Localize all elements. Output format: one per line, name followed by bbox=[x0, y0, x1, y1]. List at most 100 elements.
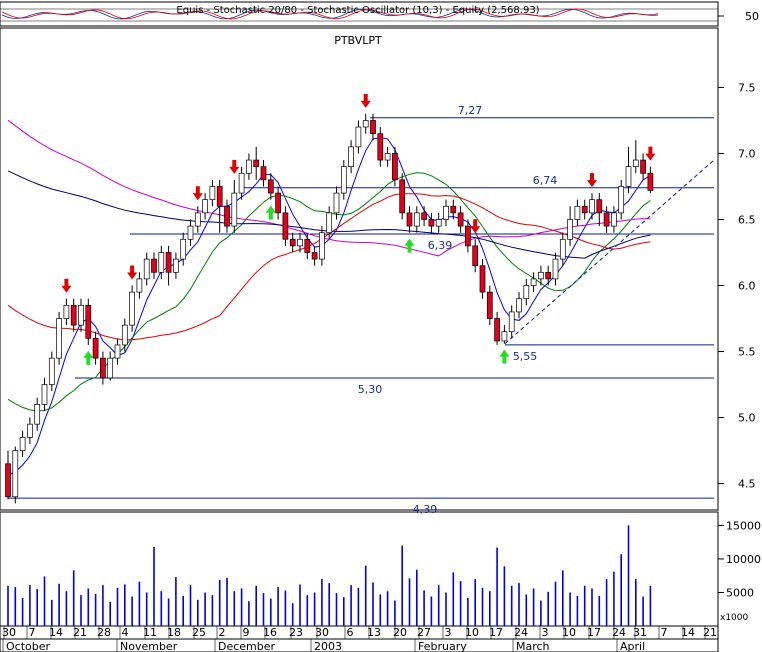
oscillator-axis: 50 bbox=[718, 10, 759, 23]
candle-down bbox=[377, 133, 384, 161]
candle-down bbox=[647, 172, 654, 191]
price-tick-label: 7.5 bbox=[738, 81, 756, 94]
candle-down bbox=[640, 159, 646, 174]
day-label: 2 bbox=[219, 626, 226, 639]
candle-up bbox=[107, 357, 114, 379]
candle-up bbox=[625, 166, 632, 187]
day-label: 17 bbox=[587, 626, 601, 639]
candle-down bbox=[450, 205, 457, 214]
candle-down bbox=[421, 212, 427, 220]
candle-down bbox=[465, 225, 471, 247]
candle-down bbox=[370, 120, 376, 134]
month-label: February bbox=[418, 640, 467, 652]
candle-up bbox=[632, 159, 639, 168]
day-label: 23 bbox=[289, 626, 303, 639]
level-label: 7,27 bbox=[458, 104, 483, 117]
candle-up bbox=[355, 126, 362, 148]
candle-up bbox=[384, 153, 391, 161]
candle-up bbox=[143, 258, 150, 280]
price-tick-label: 7.0 bbox=[738, 147, 756, 160]
candle-up bbox=[618, 186, 625, 214]
candle-up bbox=[121, 324, 128, 346]
candle-up bbox=[501, 331, 508, 342]
candle-up bbox=[413, 212, 420, 227]
day-label: 21 bbox=[703, 626, 717, 639]
month-label: March bbox=[516, 640, 550, 652]
day-label: 7 bbox=[661, 626, 668, 639]
candle-up bbox=[231, 192, 238, 227]
candle-up bbox=[246, 159, 252, 174]
candle-up bbox=[326, 212, 333, 234]
candle-down bbox=[304, 238, 311, 253]
candle-up bbox=[202, 199, 208, 214]
day-label: 16 bbox=[263, 626, 277, 639]
month-label: 2003 bbox=[314, 640, 342, 652]
day-label: 10 bbox=[562, 626, 576, 639]
candle-up bbox=[158, 252, 165, 273]
volume-unit-label: x1000 bbox=[720, 613, 749, 623]
candle-down bbox=[85, 304, 92, 339]
day-label: 11 bbox=[143, 626, 157, 639]
candle-down bbox=[151, 258, 157, 273]
candle-up bbox=[340, 166, 347, 194]
candle-down bbox=[282, 212, 289, 240]
candle-down bbox=[428, 219, 435, 227]
level-label: 4,39 bbox=[413, 503, 438, 516]
candle-up bbox=[552, 258, 559, 280]
candle-up bbox=[530, 278, 537, 286]
level-label: 6,74 bbox=[533, 174, 558, 187]
candle-down bbox=[92, 337, 99, 359]
candle-up bbox=[34, 404, 41, 425]
day-label: 17 bbox=[489, 626, 503, 639]
price-panel bbox=[0, 27, 719, 511]
candle-down bbox=[100, 357, 106, 379]
level-label: 5,55 bbox=[513, 350, 538, 363]
candle-up bbox=[574, 205, 581, 220]
candle-up bbox=[56, 318, 62, 359]
candle-up bbox=[41, 384, 48, 405]
candle-down bbox=[5, 463, 11, 498]
candle-down bbox=[253, 159, 260, 168]
price-tick-label: 5.0 bbox=[738, 412, 756, 425]
candle-down bbox=[457, 212, 464, 227]
indicator-header: Equis - Stochastic 20/80 - Stochastic Os… bbox=[176, 5, 539, 16]
day-label: 4 bbox=[122, 626, 129, 639]
candle-up bbox=[194, 212, 201, 227]
month-label: December bbox=[218, 640, 276, 652]
day-label: 3 bbox=[445, 626, 452, 639]
price-tick-label: 6.0 bbox=[738, 280, 756, 293]
candle-down bbox=[399, 179, 406, 214]
day-label: 14 bbox=[49, 626, 63, 639]
candle-down bbox=[224, 205, 230, 227]
day-label: 25 bbox=[192, 626, 206, 639]
candle-down bbox=[472, 245, 479, 267]
candle-down bbox=[406, 212, 413, 227]
candle-up bbox=[12, 450, 19, 498]
day-label: 27 bbox=[417, 626, 431, 639]
candle-down bbox=[479, 265, 486, 293]
candle-up bbox=[589, 199, 595, 214]
candle-down bbox=[216, 186, 223, 207]
candle-up bbox=[333, 192, 340, 214]
candle-down bbox=[70, 304, 77, 326]
day-label: 9 bbox=[243, 626, 250, 639]
day-label: 31 bbox=[633, 626, 647, 639]
candle-up bbox=[19, 437, 26, 451]
day-label: 28 bbox=[97, 626, 111, 639]
candle-down bbox=[486, 291, 493, 319]
candle-up bbox=[516, 298, 522, 313]
day-label: 3 bbox=[542, 626, 549, 639]
candle-up bbox=[611, 212, 617, 227]
candle-up bbox=[538, 271, 544, 280]
candle-up bbox=[78, 304, 84, 326]
month-label: April bbox=[620, 640, 645, 652]
candle-down bbox=[596, 199, 603, 214]
day-label: 7 bbox=[29, 626, 36, 639]
day-label: 21 bbox=[73, 626, 87, 639]
candle-down bbox=[581, 205, 588, 214]
candle-down bbox=[545, 271, 552, 280]
candle-up bbox=[435, 219, 442, 227]
candle-down bbox=[311, 252, 318, 260]
day-label: 24 bbox=[612, 626, 626, 639]
candle-down bbox=[392, 153, 398, 181]
